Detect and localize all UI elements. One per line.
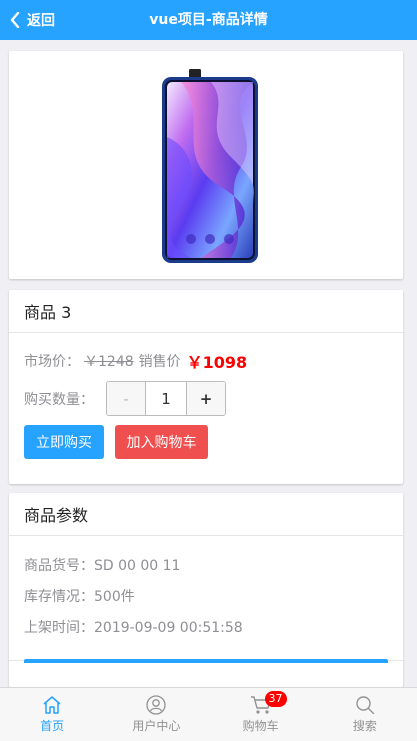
add-to-cart-button[interactable]: 加入购物车 xyxy=(115,425,208,459)
search-icon xyxy=(356,696,375,715)
quantity-label: 购买数量： xyxy=(24,391,94,408)
product-image[interactable] xyxy=(161,67,259,265)
product-image-card xyxy=(9,51,403,279)
bottom-tabbar: 首页 用户中心 37 购物车 搜索 xyxy=(0,687,417,741)
params-footer-button[interactable] xyxy=(24,659,388,663)
top-header: 返回 vue项目-商品详情 xyxy=(0,0,417,40)
buy-now-button[interactable]: 立即购买 xyxy=(24,425,104,459)
chevron-left-icon xyxy=(10,12,20,28)
tab-user-center-label: 用户中心 xyxy=(132,719,181,733)
param-listing-time: 上架时间：2019-09-09 00:51:58 xyxy=(24,620,243,636)
sale-price-label: 销售价 xyxy=(138,354,181,370)
params-title: 商品参数 xyxy=(9,493,403,536)
product-info-card: 商品 3 市场价： ￥1248 销售价 ￥1098 购买数量： - 1 + 立即… xyxy=(9,290,403,484)
tab-home-label: 首页 xyxy=(40,719,65,733)
quantity-row: 购买数量： - 1 + xyxy=(24,381,226,416)
tab-cart-label: 购物车 xyxy=(242,719,279,733)
tab-search-label: 搜索 xyxy=(352,719,377,733)
page-title: vue项目-商品详情 xyxy=(149,12,268,28)
back-button[interactable]: 返回 xyxy=(10,0,55,40)
decrease-button[interactable]: - xyxy=(107,382,146,415)
quantity-stepper: - 1 + xyxy=(106,381,226,416)
increase-button[interactable]: + xyxy=(186,382,225,415)
params-footer xyxy=(9,659,403,663)
user-icon xyxy=(146,695,167,715)
tab-cart[interactable]: 37 购物车 xyxy=(209,688,313,741)
quantity-input[interactable]: 1 xyxy=(146,382,186,415)
product-title: 商品 3 xyxy=(9,290,403,333)
param-sku: 商品货号：SD 00 00 11 xyxy=(24,558,181,574)
sale-price: ￥1098 xyxy=(186,353,248,372)
param-stock: 库存情况：500件 xyxy=(24,589,135,605)
home-icon xyxy=(43,696,61,714)
cart-count-badge: 37 xyxy=(264,691,287,707)
tab-search[interactable]: 搜索 xyxy=(313,688,417,741)
back-label: 返回 xyxy=(27,13,55,29)
market-price-label: 市场价： xyxy=(24,354,80,370)
price-row: 市场价： ￥1248 销售价 ￥1098 xyxy=(24,349,247,373)
market-price: ￥1248 xyxy=(84,354,134,370)
tab-user-center[interactable]: 用户中心 xyxy=(104,688,208,741)
tab-home[interactable]: 首页 xyxy=(0,688,104,741)
product-params-card: 商品参数 商品货号：SD 00 00 11 库存情况：500件 上架时间：201… xyxy=(9,493,403,687)
